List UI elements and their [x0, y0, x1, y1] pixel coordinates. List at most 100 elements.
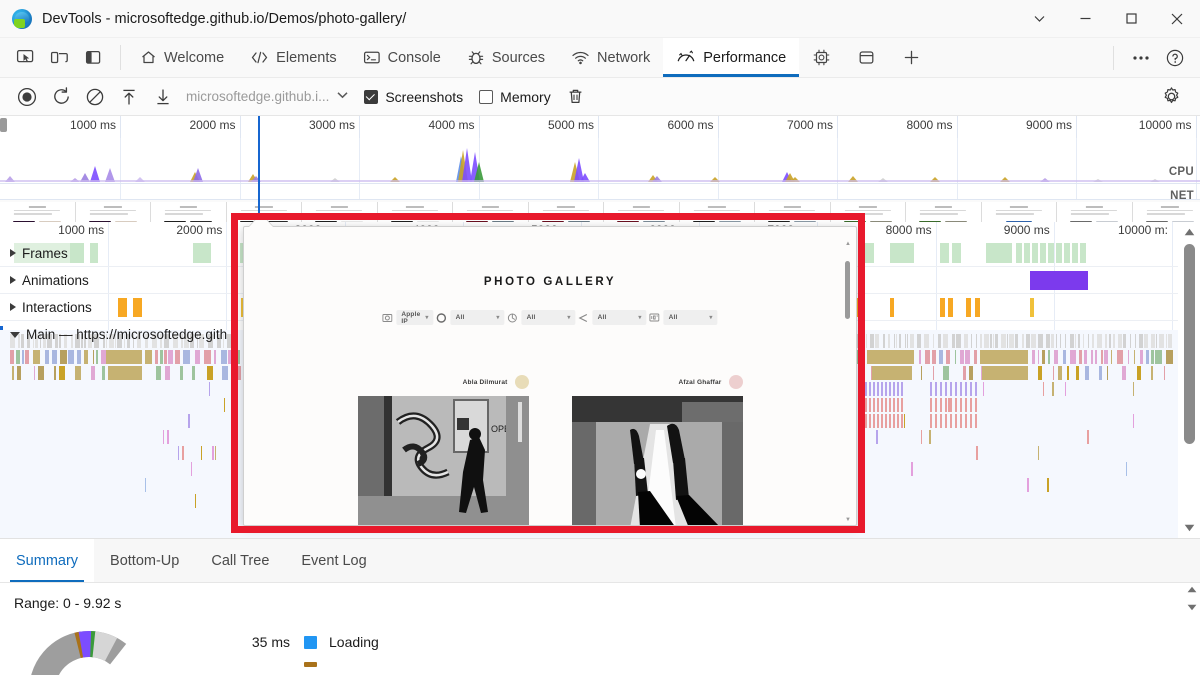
scroll-down-arrow-icon[interactable]	[1184, 600, 1200, 614]
flame-block-deep[interactable]	[881, 414, 883, 428]
flame-block-deep[interactable]	[182, 446, 184, 460]
more-window-options-button[interactable]	[1016, 0, 1062, 38]
flame-block-deep[interactable]	[970, 414, 972, 428]
flame-block-deep[interactable]	[893, 382, 895, 396]
flame-block-deep[interactable]	[960, 398, 962, 412]
screenshot-preview-popup[interactable]: PHOTO GALLERY Apple IP▾All▾All▾All▾All▾ …	[243, 226, 857, 526]
flame-block-function[interactable]	[1164, 366, 1165, 380]
tab-event-log[interactable]: Event Log	[285, 539, 382, 582]
flame-block-deep[interactable]	[897, 398, 899, 412]
flame-block-deep[interactable]	[940, 382, 942, 396]
frame-bar[interactable]	[1072, 243, 1078, 263]
flame-block-function[interactable]	[872, 366, 912, 380]
scrollbar-thumb[interactable]	[845, 261, 850, 319]
flame-block-script[interactable]	[237, 350, 240, 364]
flame-block-script[interactable]	[68, 350, 74, 364]
flame-block-function[interactable]	[1151, 366, 1153, 380]
flame-block-function[interactable]	[102, 366, 105, 380]
flame-block-deep[interactable]	[975, 414, 977, 428]
flame-block-deep[interactable]	[873, 414, 875, 428]
flame-block-deep[interactable]	[224, 398, 225, 412]
flame-block-function[interactable]	[59, 366, 65, 380]
frame-bar[interactable]	[862, 243, 874, 263]
flame-block-task[interactable]	[894, 334, 895, 348]
frame-bar[interactable]	[1040, 243, 1046, 263]
flame-block-deep[interactable]	[188, 414, 190, 428]
tab-bottom-up[interactable]: Bottom-Up	[94, 539, 195, 582]
frame-bar[interactable]	[1016, 243, 1022, 263]
flame-block-deep[interactable]	[1052, 382, 1054, 396]
flame-block-deep[interactable]	[960, 382, 962, 396]
tab-sources[interactable]: Sources	[454, 38, 558, 77]
flame-block-function[interactable]	[1099, 366, 1102, 380]
flame-block-script[interactable]	[77, 350, 81, 364]
track-title-interactions[interactable]: Interactions	[0, 300, 92, 315]
maximize-button[interactable]	[1108, 0, 1154, 38]
frame-bar[interactable]	[90, 243, 98, 263]
flame-block-script[interactable]	[228, 350, 234, 364]
flame-block-script[interactable]	[870, 350, 914, 364]
chevron-down-icon[interactable]: ▾	[567, 314, 570, 321]
frame-bar[interactable]	[952, 243, 961, 263]
flame-block-function[interactable]	[156, 366, 161, 380]
flame-block-script[interactable]	[925, 350, 930, 364]
flame-block-deep[interactable]	[1087, 430, 1089, 444]
frame-bar[interactable]	[1048, 243, 1054, 263]
flame-block-deep[interactable]	[945, 382, 947, 396]
flame-block-task[interactable]	[1151, 334, 1155, 348]
flame-block-deep[interactable]	[167, 430, 169, 444]
flame-block-script[interactable]	[175, 350, 180, 364]
flame-block-deep[interactable]	[873, 398, 875, 412]
flame-block-deep[interactable]	[930, 414, 932, 428]
help-icon[interactable]	[1158, 41, 1192, 75]
flame-block-task[interactable]	[1092, 334, 1094, 348]
timeline-overview[interactable]: 1000 ms2000 ms3000 ms4000 ms5000 ms6000 …	[0, 116, 1200, 222]
flame-block-task[interactable]	[905, 334, 906, 348]
flame-block-deep[interactable]	[897, 414, 899, 428]
frame-bar[interactable]	[986, 243, 1012, 263]
flame-block-task[interactable]	[971, 334, 972, 348]
flame-block-task[interactable]	[883, 334, 885, 348]
flame-block-deep[interactable]	[970, 382, 972, 396]
flame-block-function[interactable]	[982, 366, 1028, 380]
flame-block-script[interactable]	[16, 350, 20, 364]
flame-block-function[interactable]	[1058, 366, 1062, 380]
flame-block-deep[interactable]	[865, 414, 867, 428]
flame-block-task[interactable]	[990, 334, 992, 348]
flame-block-script[interactable]	[1042, 350, 1045, 364]
flame-block-script[interactable]	[145, 350, 152, 364]
flame-block-function[interactable]	[222, 366, 228, 380]
tab-network[interactable]: Network	[558, 38, 663, 77]
flame-block-deep[interactable]	[893, 414, 895, 428]
flame-block-script[interactable]	[974, 350, 977, 364]
gear-icon[interactable]	[1154, 82, 1188, 112]
flame-block-task[interactable]	[1070, 334, 1074, 348]
flame-block-script[interactable]	[857, 350, 864, 364]
flame-block-task[interactable]	[227, 334, 231, 348]
flame-block-script[interactable]	[106, 350, 142, 364]
flame-block-deep[interactable]	[865, 398, 867, 412]
flame-block-deep[interactable]	[975, 382, 977, 396]
flame-block-script[interactable]	[33, 350, 40, 364]
scroll-up-icon[interactable]: ▲	[845, 241, 851, 247]
flame-block-script[interactable]	[1146, 350, 1149, 364]
flame-block-script[interactable]	[22, 350, 24, 364]
overview-left-handle[interactable]	[0, 118, 7, 132]
flame-block-script[interactable]	[955, 350, 956, 364]
flame-block-deep[interactable]	[965, 382, 967, 396]
frame-bar[interactable]	[1024, 243, 1030, 263]
flame-block-script[interactable]	[1111, 350, 1112, 364]
flame-block-script[interactable]	[1063, 350, 1066, 364]
flame-block-task[interactable]	[234, 334, 238, 348]
flame-block-task[interactable]	[1038, 334, 1043, 348]
flame-block-deep[interactable]	[897, 382, 899, 396]
photo-card[interactable]: Abla Dilmurat OPEN	[358, 372, 529, 526]
flame-block-function[interactable]	[207, 366, 213, 380]
flame-block-script[interactable]	[939, 350, 943, 364]
flame-block-task[interactable]	[964, 334, 968, 348]
flame-block-deep[interactable]	[1133, 414, 1134, 428]
flame-block-deep[interactable]	[955, 398, 957, 412]
flame-block-task[interactable]	[1015, 334, 1018, 348]
gallery-filter-select[interactable]: All▾	[664, 310, 718, 325]
flame-block-deep[interactable]	[950, 398, 952, 412]
